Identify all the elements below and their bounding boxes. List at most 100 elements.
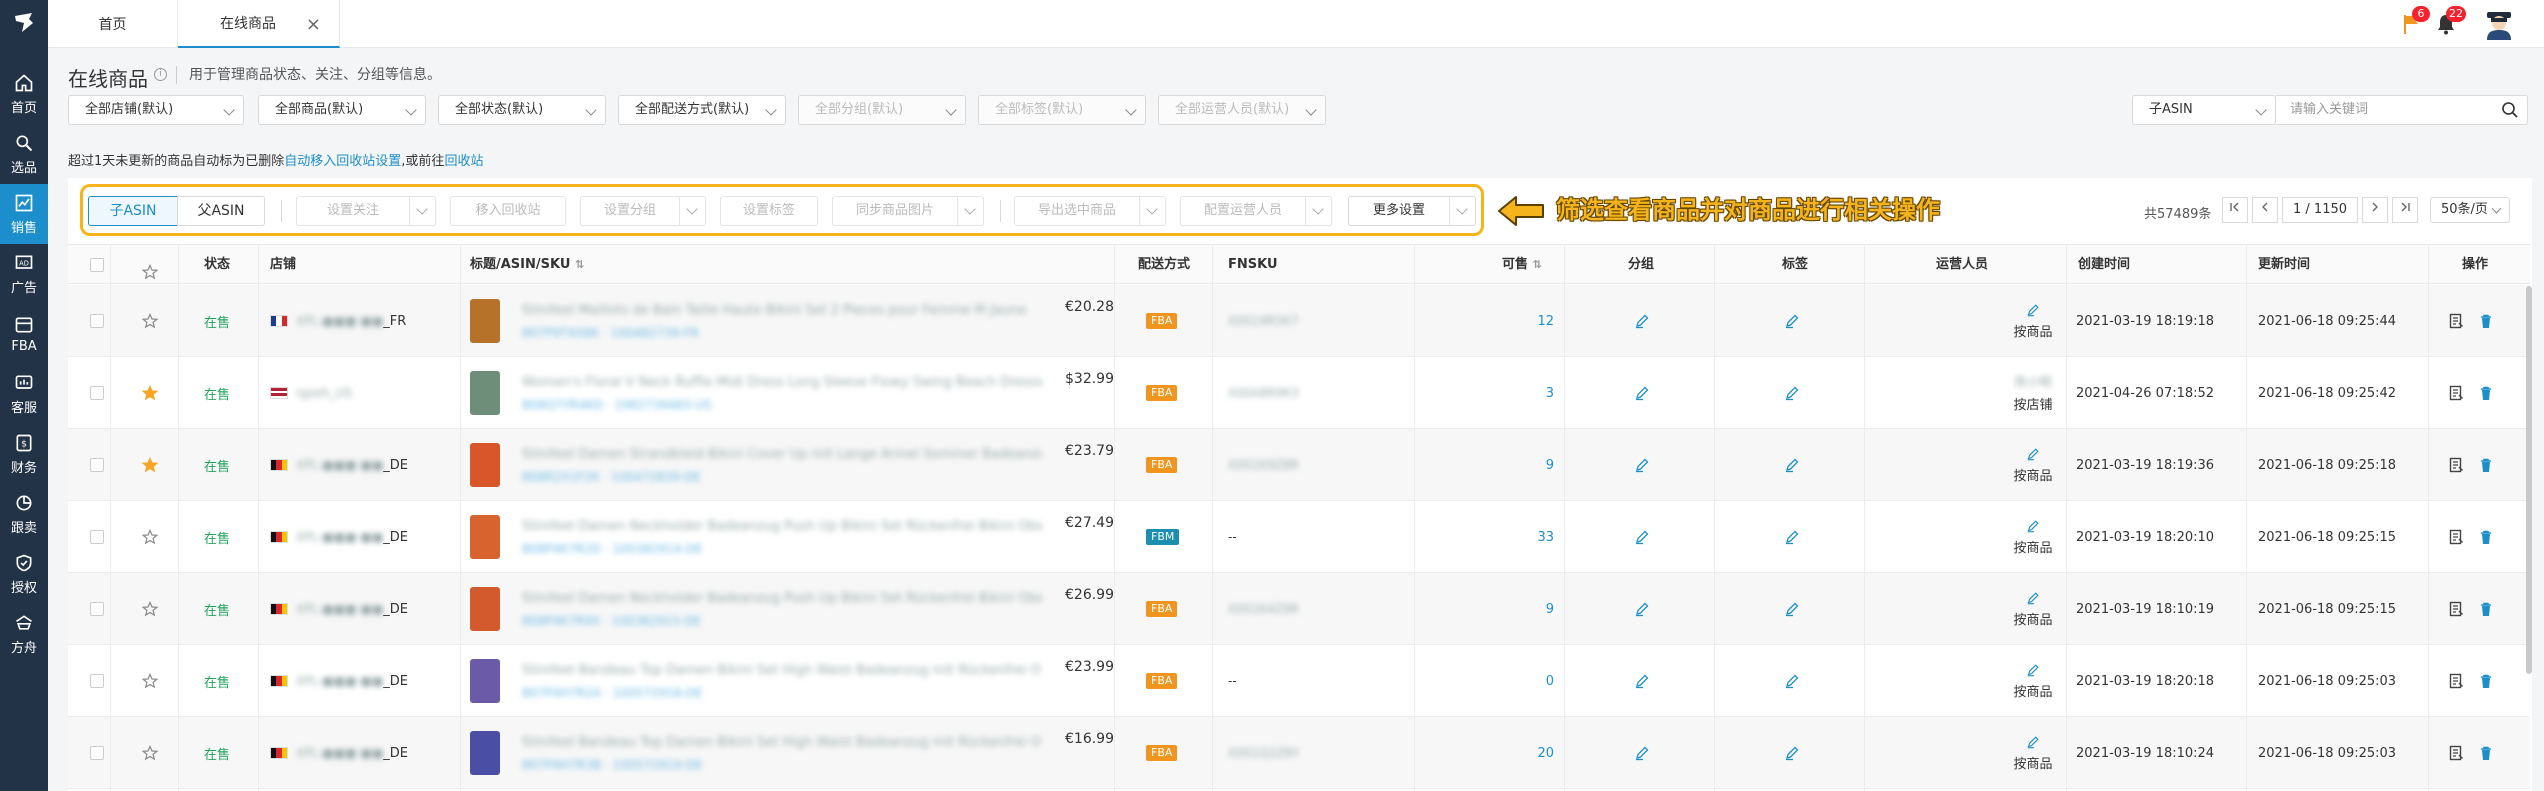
sidebar-item-1[interactable]: 选品 [0,124,48,184]
table-row[interactable]: 在售 XPL-■■■-■■ _DE Slimfeel Damen Neckholder… [68,573,2530,645]
product-title[interactable]: Women's Floral V Neck Ruffle Midi Dress … [522,375,1042,390]
sidebar-item-0[interactable]: 首页 [0,64,48,124]
sidebar-item-4[interactable]: FBA [0,304,48,364]
product-title[interactable]: Slimfeel Bandeau Top Damen Bikini Set Hi… [522,663,1042,678]
sort-icon[interactable]: ⇅ [575,258,584,271]
tab-online-products[interactable]: 在线商品 × [178,0,340,48]
sort-icon[interactable]: ⇅ [1533,258,1542,271]
product-thumbnail[interactable] [470,587,500,631]
page-size-select[interactable]: 50条/页 [2430,197,2510,223]
sellable-qty[interactable]: 9 [1414,458,1564,473]
tag-edit[interactable] [1784,573,1800,645]
sellable-qty[interactable]: 0 [1414,674,1564,689]
tab-home[interactable]: 首页 [48,0,178,48]
sellable-qty[interactable]: 33 [1414,530,1564,545]
chevron-down-icon[interactable] [679,197,705,225]
flag-notification[interactable]: 6 [2400,6,2430,36]
sidebar-item-8[interactable]: 授权 [0,544,48,604]
group-edit[interactable] [1634,357,1650,429]
group-edit[interactable] [1634,501,1650,573]
auto-recycle-settings-link[interactable]: 自动移入回收站设置 [284,154,401,169]
next-page-button[interactable] [2362,197,2388,223]
row-checkbox[interactable] [90,501,104,573]
col-sellable[interactable]: 可售 ⇅ [1502,245,1542,285]
set-follow-button[interactable]: 设置关注 [296,196,436,226]
tag-edit[interactable] [1784,357,1800,429]
product-thumbnail[interactable] [470,659,500,703]
trash-icon[interactable] [2478,313,2494,329]
move-to-recycle-button[interactable]: 移入回收站 [450,196,566,226]
group-edit[interactable] [1634,285,1650,357]
select-all-checkbox[interactable] [90,258,104,272]
product-thumbnail[interactable] [470,443,500,487]
product-title[interactable]: Slimfeel Damen Neckholder Badeanzug Push… [522,591,1042,606]
user-avatar-icon[interactable] [2482,8,2516,40]
product-asin[interactable]: B07P4H7R3B · 100572919-DE [522,758,1042,772]
trash-icon[interactable] [2478,601,2494,617]
group-edit[interactable] [1634,645,1650,717]
product-asin[interactable]: B07P9T4X8K · 100482739-FR [522,326,1042,340]
sellable-qty[interactable]: 9 [1414,602,1564,617]
product-asin[interactable]: B08R2X1F2K · 100472839-DE [522,470,1042,484]
trash-icon[interactable] [2478,673,2494,689]
table-row[interactable]: 在售 XPL-■■■-■■ _DE Slimfeel Damen Strandklei… [68,429,2530,501]
table-row[interactable]: 在售 rgseh_US Women's Floral V Neck Ruffle M… [68,357,2530,429]
sidebar-item-5[interactable]: 客服 [0,364,48,424]
sidebar-item-2[interactable]: 销售 [0,184,48,244]
row-checkbox[interactable] [90,285,104,357]
product-asin[interactable]: B07P4H7R2A · 100572918-DE [522,686,1042,700]
follow-star[interactable] [142,501,158,573]
export-selected-button[interactable]: 导出选中商品 [1014,196,1166,226]
table-scrollbar[interactable] [2526,286,2532,674]
last-page-button[interactable] [2392,197,2418,223]
follow-star[interactable] [142,717,158,789]
detail-doc-icon[interactable] [2448,745,2464,761]
product-title[interactable]: Slimfeel Damen Strandkleid Bikini Cover … [522,447,1042,462]
follow-star[interactable] [142,645,158,717]
row-checkbox[interactable] [90,357,104,429]
product-thumbnail[interactable] [470,299,500,343]
child-asin-toggle[interactable]: 子ASIN [88,196,178,226]
table-row[interactable]: 在售 XPL-■■■-■■ _DE Slimfeel Damen Neckholder… [68,501,2530,573]
sidebar-item-9[interactable]: 方舟 [0,604,48,664]
chevron-down-icon[interactable] [1305,197,1331,225]
product-title[interactable]: Slimfeel Maillots de Bain Taille Haute B… [522,303,1042,318]
row-checkbox[interactable] [90,573,104,645]
filter-group[interactable]: 全部分组(默认) [798,95,966,125]
detail-doc-icon[interactable] [2448,385,2464,401]
follow-star[interactable] [142,573,158,645]
prev-page-button[interactable] [2252,197,2278,223]
sync-images-button[interactable]: 同步商品图片 [832,196,984,226]
keyword-search-input[interactable]: 请输入关键词 [2276,95,2528,125]
chevron-down-icon[interactable] [1139,197,1165,225]
detail-doc-icon[interactable] [2448,313,2464,329]
product-title[interactable]: Slimfeel Damen Neckholder Badeanzug Push… [522,519,1042,534]
app-logo-icon[interactable] [12,10,36,34]
product-title[interactable]: Slimfeel Bandeau Top Damen Bikini Set Hi… [522,735,1042,750]
product-thumbnail[interactable] [470,515,500,559]
col-title[interactable]: 标题/ASIN/SKU ⇅ [470,245,584,285]
tag-edit[interactable] [1784,501,1800,573]
search-field-select[interactable]: 子ASIN [2132,95,2276,125]
detail-doc-icon[interactable] [2448,601,2464,617]
row-checkbox[interactable] [90,717,104,789]
product-asin[interactable]: B08P4K7R2D · 100382914-DE [522,542,1042,556]
follow-star[interactable] [142,429,158,501]
row-checkbox[interactable] [90,429,104,501]
table-row[interactable]: 在售 XPL-■■■-■■ _FR Slimfeel Maillots de Bain… [68,285,2530,357]
set-tag-button[interactable]: 设置标签 [720,196,818,226]
trash-icon[interactable] [2478,385,2494,401]
filter-product[interactable]: 全部商品(默认) [258,95,426,125]
group-edit[interactable] [1634,573,1650,645]
chevron-down-icon[interactable] [957,197,983,225]
detail-doc-icon[interactable] [2448,457,2464,473]
parent-asin-toggle[interactable]: 父ASIN [177,196,265,226]
filter-fulfillment[interactable]: 全部配送方式(默认) [618,95,786,125]
sellable-qty[interactable]: 20 [1414,746,1564,761]
tag-edit[interactable] [1784,717,1800,789]
group-edit[interactable] [1634,429,1650,501]
more-settings-button[interactable]: 更多设置 [1348,196,1476,226]
chevron-down-icon[interactable] [1449,197,1475,225]
sidebar-item-3[interactable]: AD 广告 [0,244,48,304]
group-edit[interactable] [1634,717,1650,789]
